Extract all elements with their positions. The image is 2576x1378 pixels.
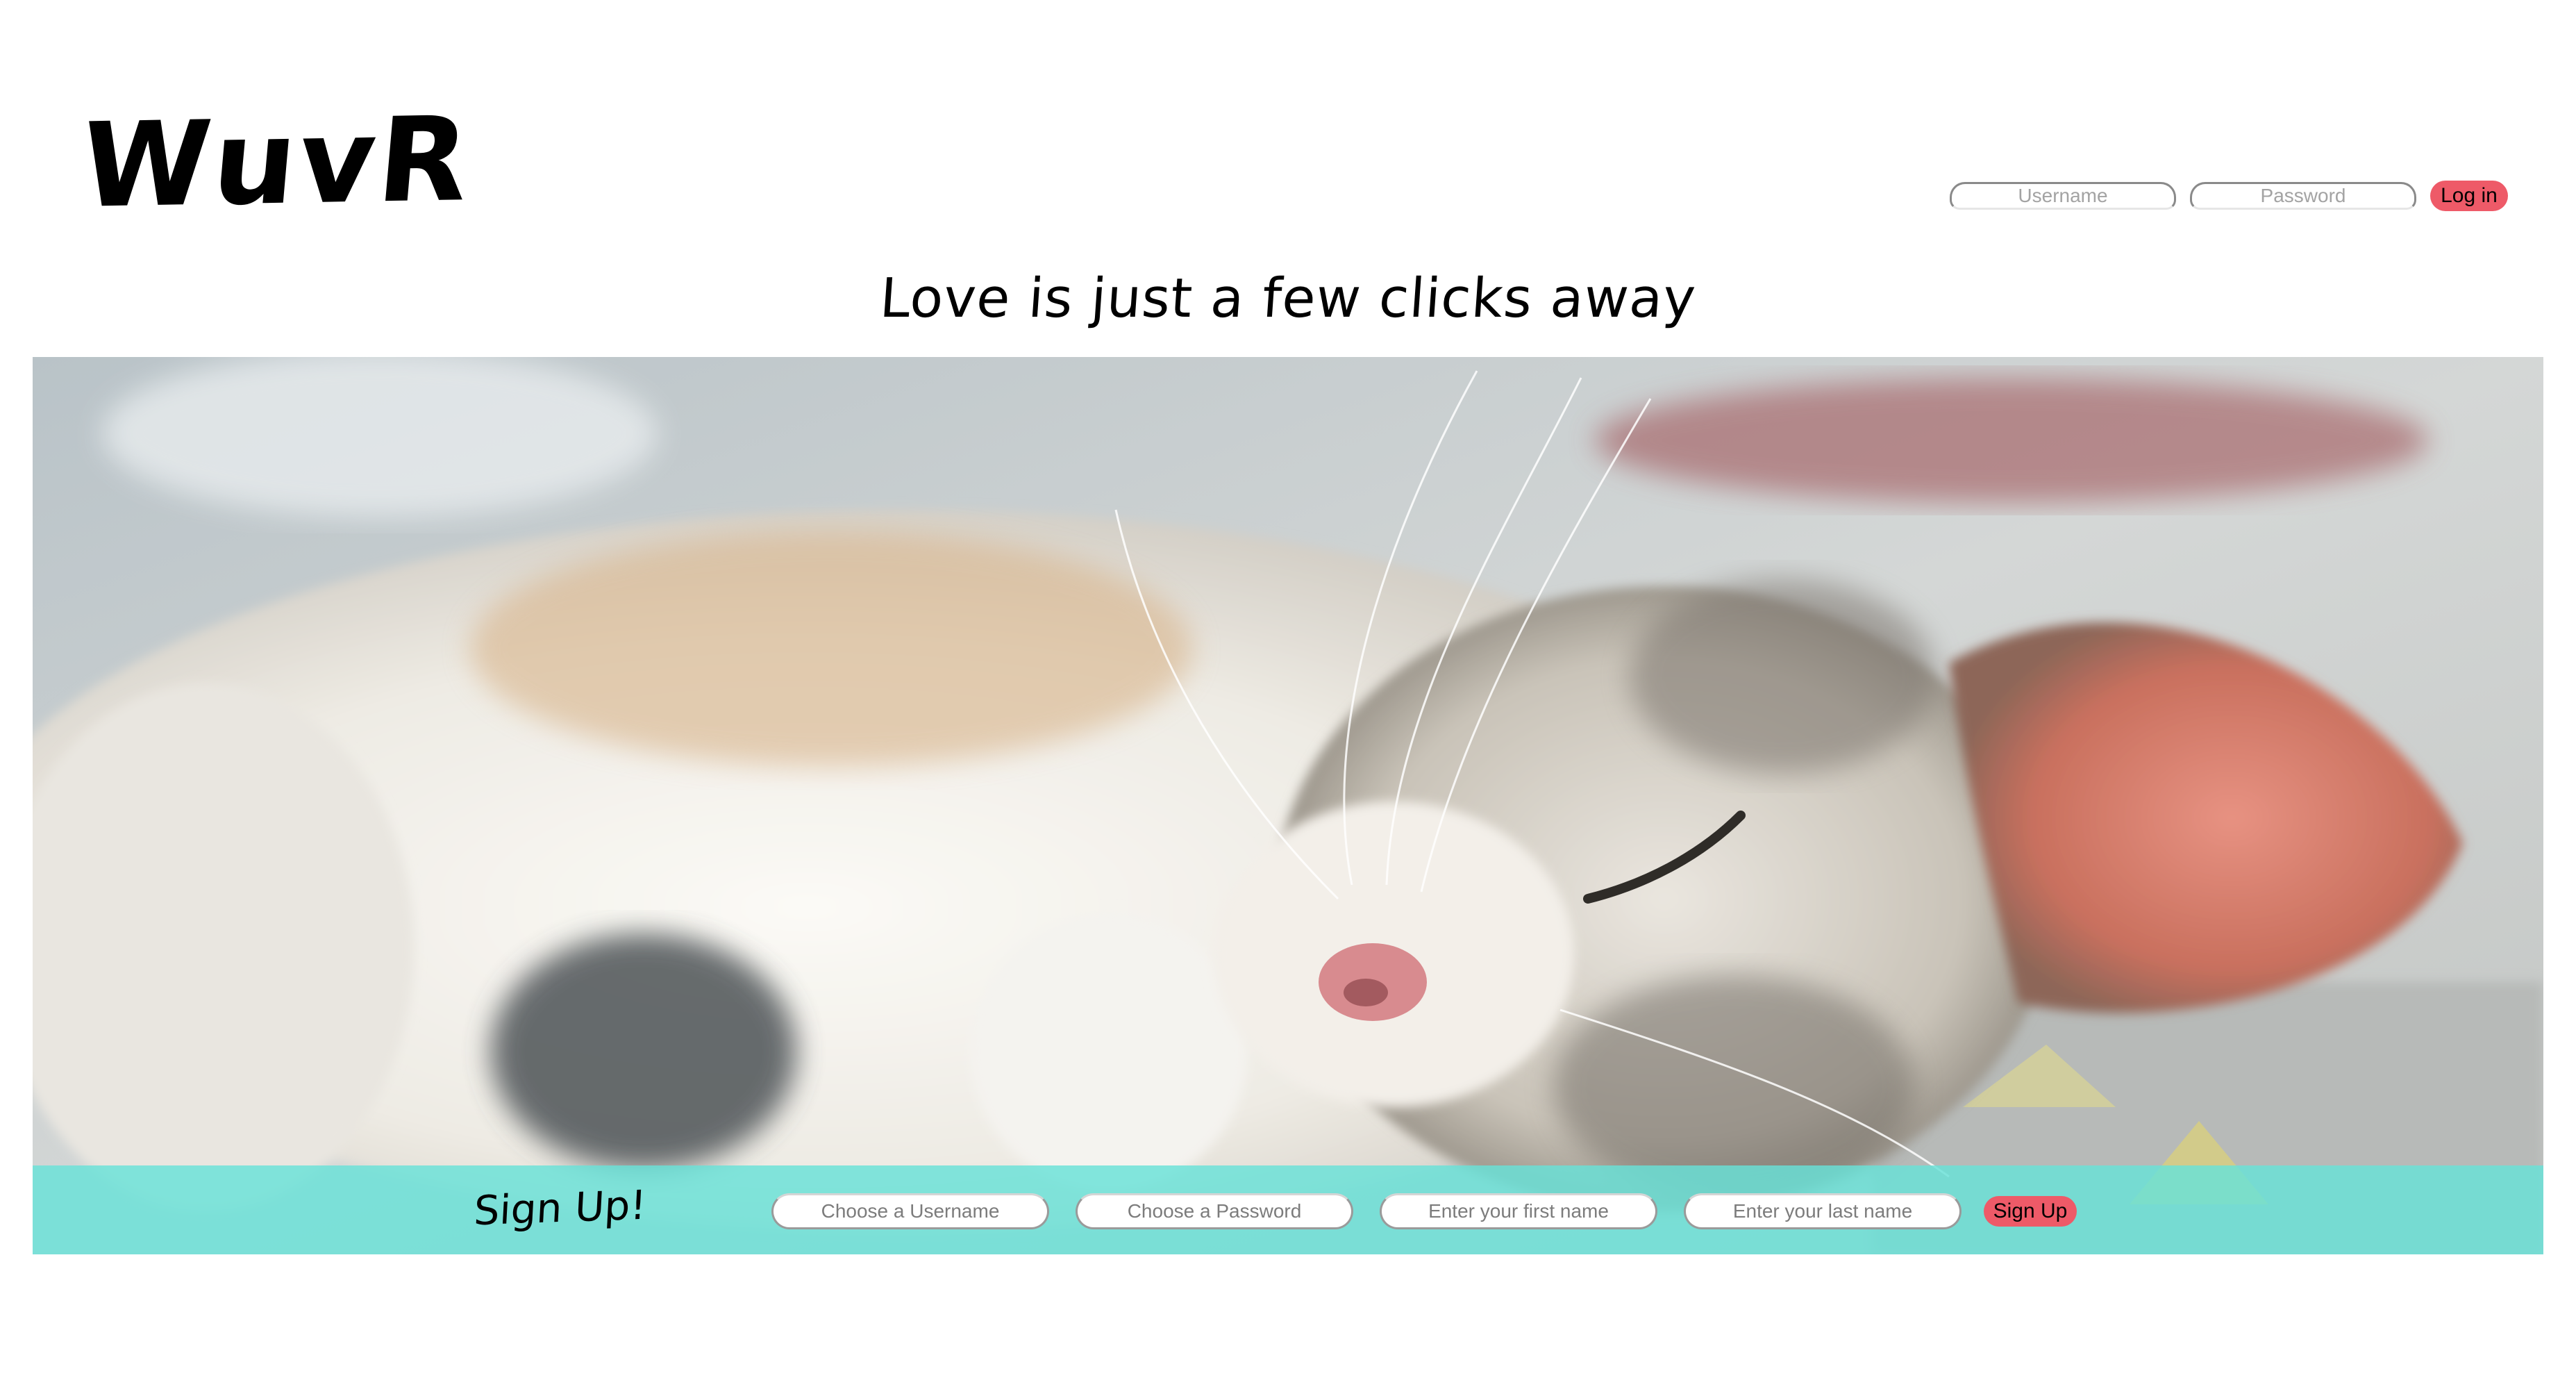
- login-username-input[interactable]: [1950, 182, 2176, 210]
- signup-form: Sign Up: [771, 1193, 2077, 1229]
- login-form: Log in: [1950, 178, 2508, 214]
- signup-username-input[interactable]: [771, 1193, 1049, 1229]
- hero-kitten-image: [33, 357, 2543, 1254]
- login-password-input[interactable]: [2190, 182, 2416, 210]
- tagline: Love is just a few clicks away: [878, 267, 1698, 330]
- landing-page: WuvR Log in Love is just a few clicks aw…: [0, 0, 2576, 1378]
- login-button[interactable]: Log in: [2430, 181, 2508, 211]
- signup-button[interactable]: Sign Up: [1984, 1196, 2077, 1227]
- signup-bar: Sign Up! Sign Up: [33, 1165, 2543, 1254]
- signup-first-name-input[interactable]: [1380, 1193, 1657, 1229]
- site-logo[interactable]: WuvR: [76, 91, 477, 234]
- signup-password-input[interactable]: [1076, 1193, 1353, 1229]
- signup-last-name-input[interactable]: [1684, 1193, 1962, 1229]
- signup-title: Sign Up!: [472, 1181, 648, 1235]
